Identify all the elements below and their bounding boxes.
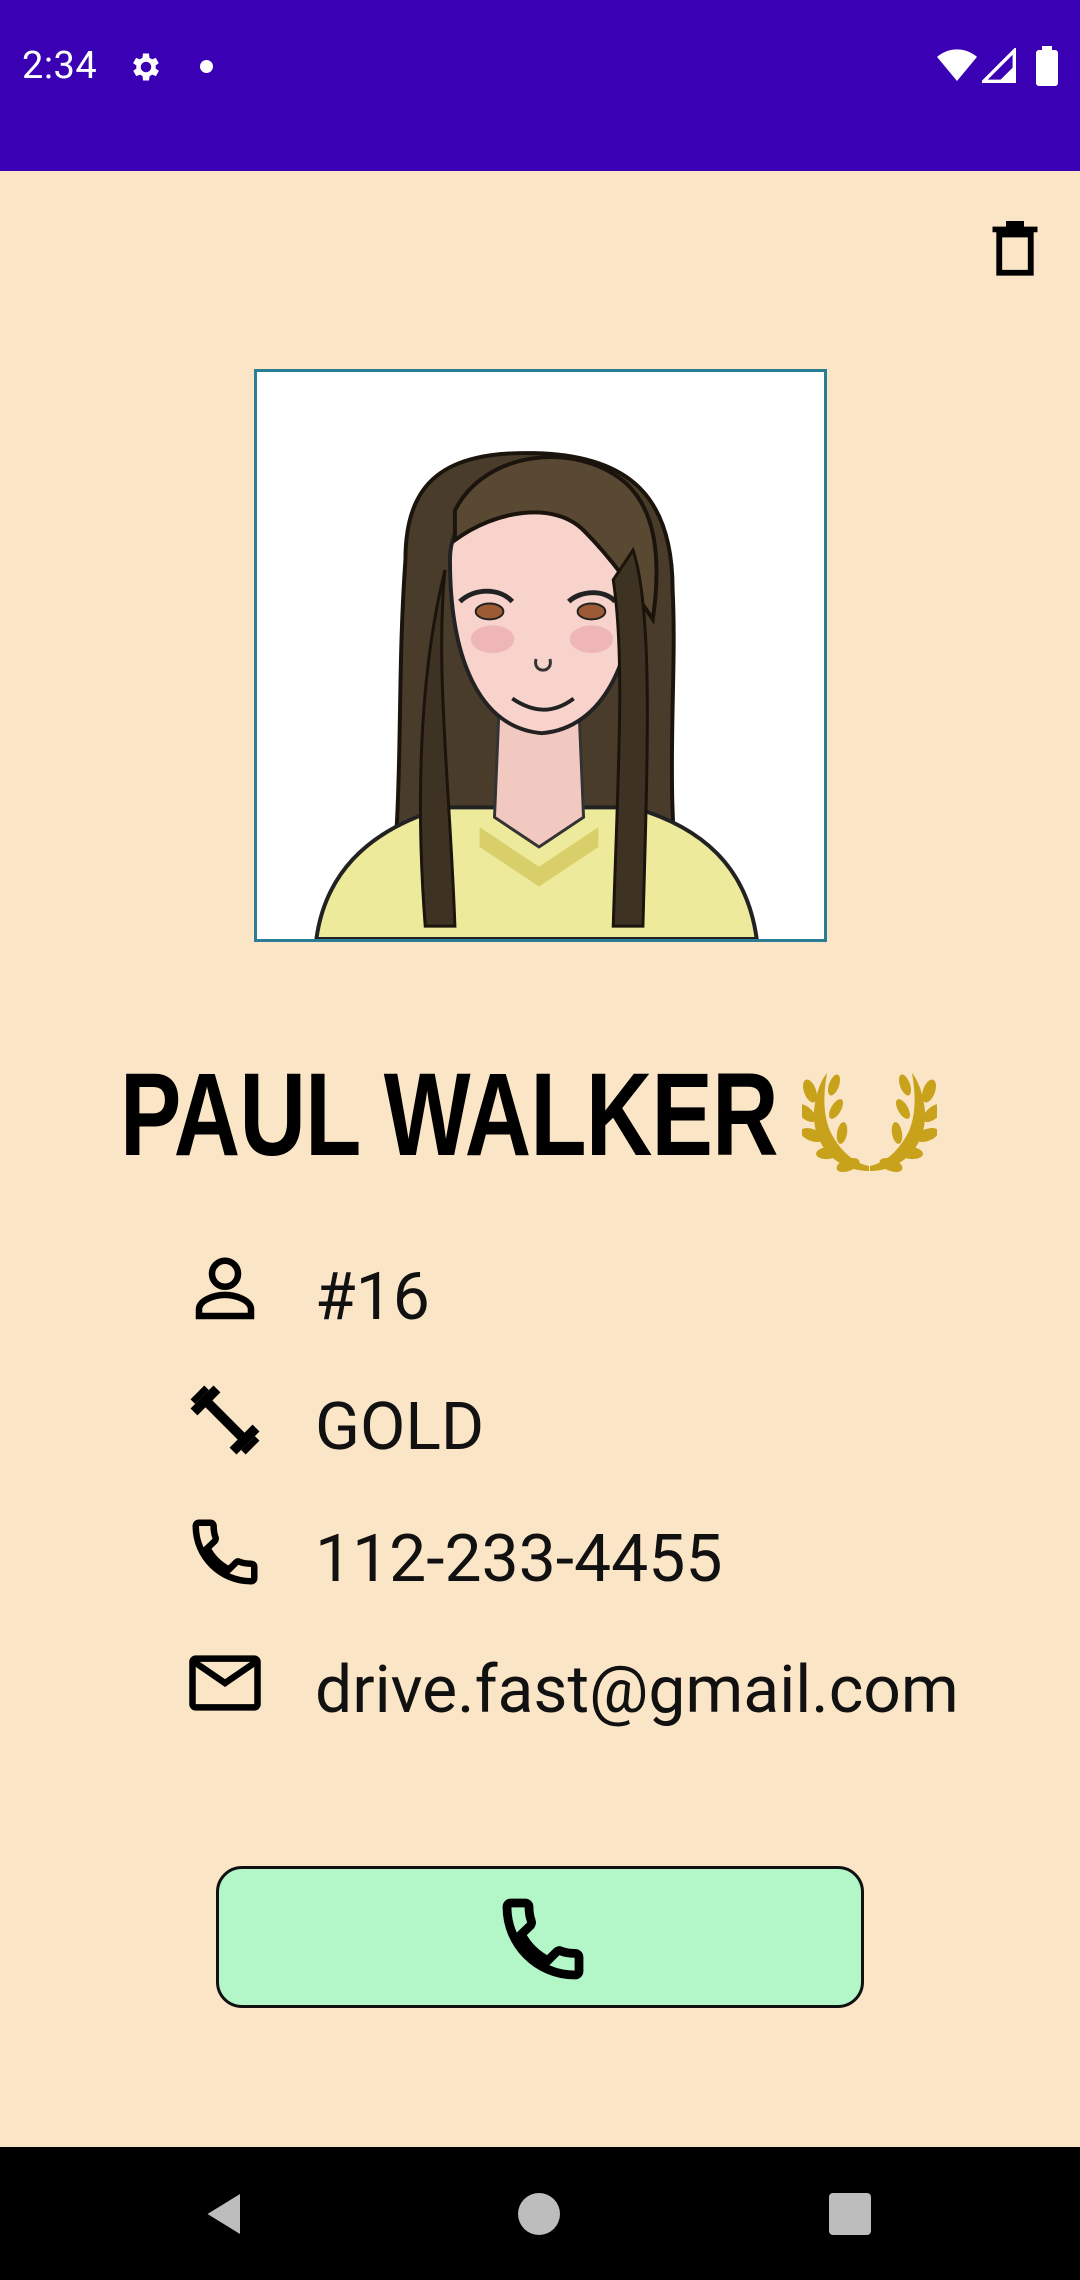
person-icon	[195, 1257, 255, 1320]
back-icon[interactable]	[200, 2189, 250, 2239]
laurel-wreath-icon	[802, 1073, 937, 1172]
email-address: drive.fast@gmail.com	[315, 1652, 959, 1729]
home-icon[interactable]	[518, 2193, 560, 2235]
navigation-bar	[0, 2147, 1080, 2280]
notification-dot	[200, 60, 213, 73]
trash-icon[interactable]	[988, 218, 1042, 278]
recents-icon[interactable]	[829, 2193, 871, 2235]
dumbbell-icon	[190, 1385, 260, 1455]
member-number-row: #16	[0, 1241, 1080, 1341]
membership-tier: GOLD	[315, 1389, 485, 1466]
battery-icon	[1036, 46, 1058, 86]
profile-photo	[254, 369, 827, 942]
status-time: 2:34	[22, 44, 98, 88]
phone-icon	[502, 1898, 584, 1980]
phone-number: 112-233-4455	[315, 1521, 723, 1598]
member-name: PAUL WALKER	[120, 1049, 779, 1181]
mail-icon	[189, 1655, 261, 1711]
profile-screen: PAUL WALKER #16 GOLD 112-233-4455 drive.…	[0, 171, 1080, 2147]
gear-icon	[133, 53, 159, 81]
membership-tier-row: GOLD	[0, 1371, 1080, 1471]
call-button[interactable]	[216, 1866, 864, 2008]
signal-icon	[982, 48, 1016, 83]
phone-row: 112-233-4455	[0, 1503, 1080, 1603]
wifi-icon	[937, 49, 977, 81]
profile-portrait	[257, 372, 824, 939]
member-number: #16	[315, 1259, 430, 1336]
status-bar: 2:34	[0, 0, 1080, 171]
email-row: drive.fast@gmail.com	[0, 1634, 1080, 1734]
phone-icon	[192, 1519, 258, 1585]
